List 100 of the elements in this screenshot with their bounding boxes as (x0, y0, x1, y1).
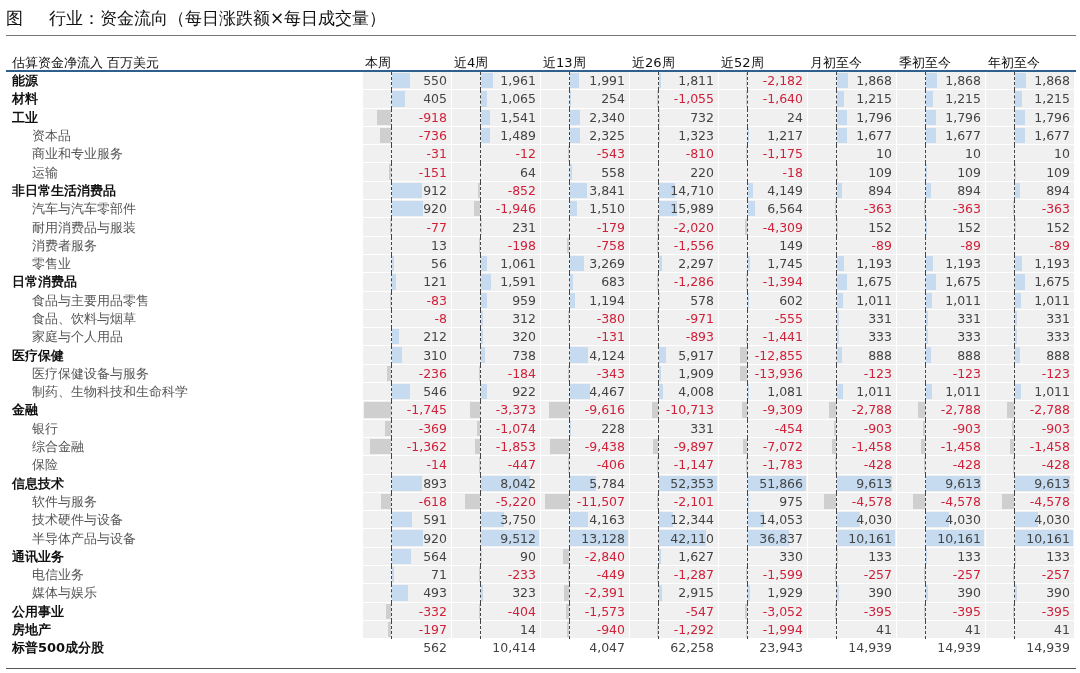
value-text: -547 (685, 603, 715, 619)
value-text: 4,030 (1034, 512, 1071, 528)
value-text: 683 (601, 274, 626, 290)
value-text: -2,101 (673, 493, 715, 509)
value-text: -406 (596, 457, 626, 473)
industry-name: 汽车与汽车零部件 (31, 200, 137, 219)
value-text: 4,124 (589, 347, 626, 363)
value-text: -1,394 (762, 274, 804, 290)
value-text: -404 (507, 603, 537, 619)
value-text: 4,030 (856, 512, 893, 528)
value-text: 493 (423, 585, 448, 601)
value-text: 9,512 (500, 530, 537, 546)
value-text: -1,147 (673, 457, 715, 473)
value-text: 152 (957, 219, 982, 235)
value-text: 133 (1046, 548, 1071, 564)
value-text: 1,991 (589, 73, 626, 89)
value-text: -14 (426, 457, 448, 473)
value-text: -2,391 (584, 585, 626, 601)
value-text: 10 (965, 146, 982, 162)
value-text: -428 (863, 457, 893, 473)
value-text: -9,309 (762, 402, 804, 418)
value-text: -1,175 (762, 146, 804, 162)
value-text: 10 (876, 146, 893, 162)
value-text: 4,467 (589, 384, 626, 400)
industry-name: 零售业 (31, 255, 72, 274)
value-text: 578 (690, 292, 715, 308)
value-text: 1,061 (500, 256, 537, 272)
value-text: 14 (520, 622, 537, 638)
sector-name: 通讯业务 (11, 547, 65, 566)
value-text: -1,458 (851, 439, 893, 455)
column-header: 近52周 (720, 56, 765, 70)
industry-name: 耐用消费品与服装 (31, 218, 137, 237)
value-text: 1,677 (1034, 128, 1071, 144)
value-text: 888 (957, 347, 982, 363)
value-text: 1,868 (1034, 73, 1071, 89)
industry-name: 资本品 (31, 127, 72, 146)
column-header: 季初至今 (898, 56, 952, 70)
value-text: -1,946 (495, 201, 537, 217)
value-text: 1,811 (678, 73, 715, 89)
value-text: 893 (423, 475, 448, 491)
value-text: 4,030 (945, 512, 982, 528)
value-text: -31 (426, 146, 448, 162)
value-text: -13,936 (754, 365, 804, 381)
sector-name: 公用事业 (11, 602, 65, 621)
value-text: -123 (863, 365, 893, 381)
value-text: -1,055 (673, 91, 715, 107)
value-text: 1,796 (1034, 109, 1071, 125)
industry-name: 制药、生物科技和生命科学 (31, 383, 189, 402)
value-text: 2,340 (589, 109, 626, 125)
value-text: 56 (431, 256, 448, 272)
value-text: 894 (868, 182, 893, 198)
value-text: 52,353 (670, 475, 715, 491)
value-text: 1,745 (767, 256, 804, 272)
value-text: 390 (957, 585, 982, 601)
value-text: 121 (423, 274, 448, 290)
value-text: 15,989 (670, 201, 715, 217)
value-text: 1,193 (1034, 256, 1071, 272)
value-text: -940 (596, 622, 626, 638)
value-text: -758 (596, 237, 626, 253)
sector-name: 工业 (11, 108, 39, 127)
value-text: 41 (965, 622, 982, 638)
industry-name: 食品、饮料与烟草 (31, 310, 137, 328)
value-text: 331 (1046, 311, 1071, 326)
value-text: 564 (423, 548, 448, 564)
value-text: -7,072 (762, 439, 804, 455)
value-text: 591 (423, 512, 448, 528)
value-text: 42,110 (670, 530, 715, 546)
value-text: -198 (507, 237, 537, 253)
value-text: -369 (418, 420, 448, 436)
value-text: -9,616 (584, 402, 626, 418)
value-text: 3,750 (500, 512, 537, 528)
value-text: 1,011 (945, 384, 982, 400)
value-text: -395 (952, 603, 982, 619)
value-text: 975 (779, 493, 804, 509)
value-text: 1,868 (856, 73, 893, 89)
value-text: 1,011 (1034, 292, 1071, 308)
value-text: 10 (1054, 146, 1071, 162)
value-text: -543 (596, 146, 626, 162)
value-text: 23,943 (759, 640, 804, 656)
value-text: 912 (423, 182, 448, 198)
value-text: 888 (1046, 347, 1071, 363)
value-text: 920 (423, 530, 448, 546)
value-text: -454 (774, 420, 804, 436)
value-text: -332 (418, 603, 448, 619)
value-text: -1,458 (940, 439, 982, 455)
figure-label: 图 (6, 6, 23, 30)
value-text: 10,161 (848, 530, 893, 546)
value-text: 13 (431, 237, 448, 253)
value-text: -893 (685, 329, 715, 345)
figure-title: 行业：资金流向（每日涨跌额×每日成交量） (49, 6, 387, 30)
value-text: -10,713 (665, 402, 715, 418)
sector-name: 信息技术 (10, 474, 65, 493)
value-text: -83 (426, 292, 448, 308)
value-text: 738 (512, 347, 537, 363)
value-text: 4,047 (589, 640, 626, 656)
value-text: 3,841 (589, 182, 626, 198)
value-text: 1,323 (678, 128, 715, 144)
value-text: 333 (868, 329, 893, 345)
value-text: 323 (512, 585, 537, 601)
value-text: 331 (957, 311, 982, 326)
